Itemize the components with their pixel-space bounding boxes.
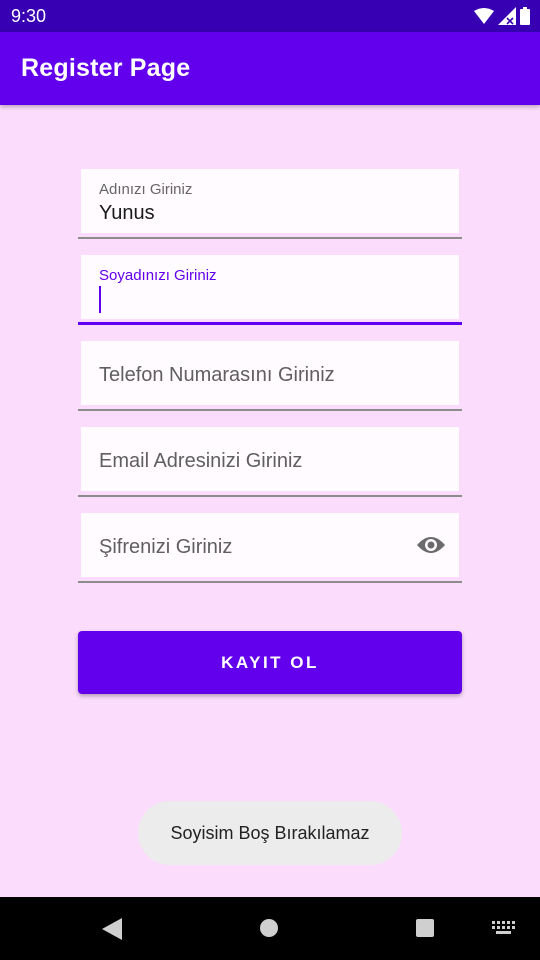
email-placeholder: Email Adresinizi Giriniz bbox=[99, 450, 303, 472]
register-button[interactable]: KAYIT OL bbox=[78, 631, 462, 694]
back-icon[interactable] bbox=[102, 918, 122, 940]
page-title: Register Page bbox=[21, 54, 191, 82]
wifi-icon bbox=[474, 8, 494, 24]
first-name-label: Adınızı Giriniz bbox=[99, 181, 193, 198]
toast-text: Soyisim Boş Bırakılamaz bbox=[170, 822, 370, 843]
phone-underline bbox=[78, 409, 462, 411]
password-placeholder: Şifrenizi Giriniz bbox=[99, 536, 233, 558]
register-button-label: KAYIT OL bbox=[221, 652, 319, 672]
password-underline bbox=[78, 581, 462, 583]
text-cursor bbox=[99, 286, 101, 313]
toast-message: Soyisim Boş Bırakılamaz bbox=[138, 801, 402, 865]
last-name-underline bbox=[78, 322, 462, 325]
home-icon[interactable] bbox=[260, 919, 278, 937]
last-name-field-box bbox=[81, 255, 459, 319]
last-name-label: Soyadınızı Giriniz bbox=[99, 267, 217, 284]
phone-placeholder: Telefon Numarasını Giriniz bbox=[99, 364, 335, 386]
last-name-field[interactable]: Soyadınızı Giriniz bbox=[78, 255, 462, 325]
keyboard-icon[interactable] bbox=[492, 921, 516, 935]
battery-icon bbox=[520, 7, 530, 25]
first-name-field[interactable]: Adınızı Giriniz Yunus bbox=[78, 169, 462, 239]
recents-icon[interactable] bbox=[416, 919, 434, 937]
status-time: 9:30 bbox=[11, 6, 47, 26]
status-icons bbox=[474, 6, 530, 26]
password-field[interactable]: Şifrenizi Giriniz bbox=[78, 513, 462, 583]
app-bar: Register Page bbox=[0, 32, 540, 105]
phone-field[interactable]: Telefon Numarasını Giriniz bbox=[78, 341, 462, 411]
first-name-underline bbox=[78, 237, 462, 239]
signal-icon bbox=[498, 7, 516, 25]
eye-icon[interactable] bbox=[416, 534, 446, 556]
navigation-bar bbox=[0, 897, 540, 960]
first-name-value: Yunus bbox=[99, 202, 155, 224]
email-underline bbox=[78, 495, 462, 497]
status-bar: 9:30 bbox=[0, 0, 540, 32]
email-field[interactable]: Email Adresinizi Giriniz bbox=[78, 427, 462, 497]
